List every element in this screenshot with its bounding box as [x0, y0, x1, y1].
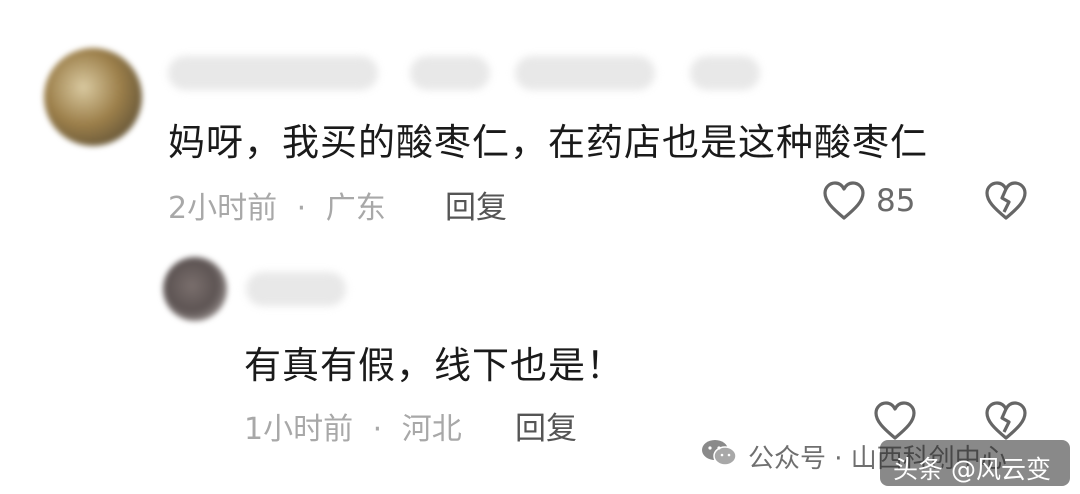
reply-button[interactable]: 回复 [445, 182, 507, 227]
dislike-button[interactable] [984, 180, 1028, 222]
avatar[interactable] [44, 48, 142, 146]
badge-blurred [410, 56, 490, 90]
reply-dislike-button[interactable] [984, 400, 1028, 442]
heart-icon [823, 181, 865, 220]
broken-heart-icon [985, 181, 1027, 220]
toutiao-watermark: 头条 @风云变 [893, 455, 1051, 484]
reply-meta: 1小时前 · 河北 [244, 404, 462, 448]
comment-time: 2小时前 [168, 191, 278, 226]
reply-like-button[interactable] [873, 400, 917, 442]
comment-text: 妈呀，我买的酸枣仁，在药店也是这种酸枣仁 [168, 121, 928, 164]
like-count: 85 [876, 183, 916, 219]
reply-time: 1小时前 [244, 412, 354, 447]
tag-blurred [690, 56, 760, 90]
like-button[interactable] [822, 180, 866, 222]
reply-username-blurred[interactable] [246, 272, 346, 306]
heart-icon [874, 401, 916, 440]
comment-location: 广东 [325, 191, 386, 226]
meta-separator: · [372, 412, 383, 447]
wechat-icon [700, 438, 738, 468]
reply-button[interactable]: 回复 [515, 403, 577, 448]
meta-separator: · [296, 191, 307, 226]
reply-avatar[interactable] [163, 257, 227, 321]
comment-meta: 2小时前 · 广东 [168, 183, 386, 227]
username-blurred[interactable] [168, 56, 378, 90]
tag-blurred [515, 56, 655, 90]
reply-location: 河北 [401, 412, 462, 447]
broken-heart-icon [985, 401, 1027, 440]
reply-text: 有真有假，线下也是！ [244, 344, 624, 387]
